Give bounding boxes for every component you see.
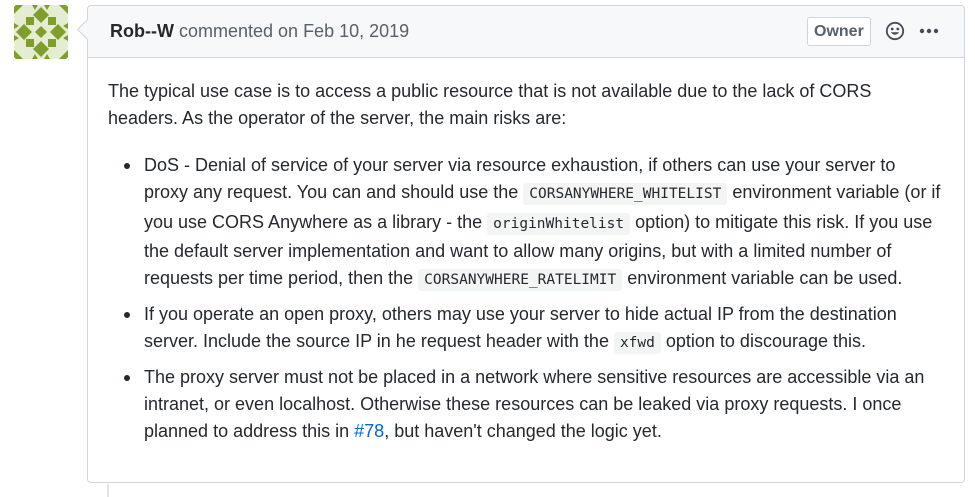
author-link[interactable]: Rob--W	[110, 21, 174, 42]
intro-paragraph: The typical use case is to access a publ…	[108, 81, 872, 129]
inline-code: CORSANYWHERE_WHITELIST	[523, 183, 728, 206]
issue-link[interactable]: #78	[354, 421, 384, 441]
comment-date[interactable]: Feb 10, 2019	[303, 21, 409, 41]
list-item: The proxy server must not be placed in a…	[124, 364, 944, 446]
inline-code: xfwd	[613, 332, 661, 355]
comment-action: commented on	[178, 21, 299, 41]
inline-code: originWhitelist	[487, 212, 631, 235]
identicon-avatar-image	[14, 5, 68, 59]
text-span: environment variable can be used.	[622, 268, 903, 289]
text-span: option to discourage this.	[660, 331, 867, 352]
smiley-icon[interactable]	[884, 20, 906, 42]
comment-card: Rob--W commented on Feb 10, 2019 Owner T…	[87, 5, 965, 483]
list-item: If you operate an open proxy, others may…	[124, 301, 944, 358]
owner-badge: Owner	[807, 17, 871, 46]
text-span: , but haven't changed the logic yet.	[384, 421, 662, 442]
list-item: DoS - Denial of service of your server v…	[124, 152, 944, 295]
inline-code: CORSANYWHERE_RATELIMIT	[418, 269, 623, 292]
avatar[interactable]	[14, 5, 68, 59]
comment-header: Rob--W commented on Feb 10, 2019 Owner	[88, 6, 964, 58]
risk-list: DoS - Denial of service of your server v…	[108, 152, 944, 446]
comment-body: The typical use case is to access a publ…	[88, 58, 964, 446]
kebab-horizontal-icon[interactable]	[918, 19, 940, 43]
comment-meta: commented on Feb 10, 2019	[179, 21, 409, 42]
timeline-line	[107, 484, 109, 497]
